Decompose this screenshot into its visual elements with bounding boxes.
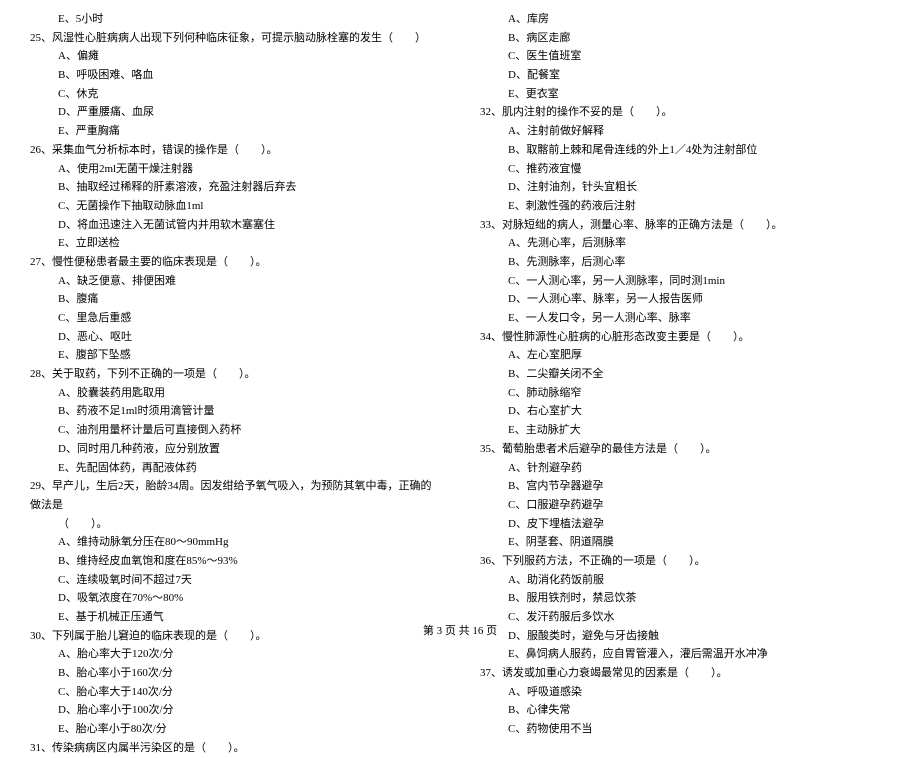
- option-text: C、油剂用量杯计量后可直接倒入药杯: [30, 421, 440, 440]
- option-text: E、一人发口令，另一人测心率、脉率: [480, 309, 890, 328]
- option-text: E、更衣室: [480, 85, 890, 104]
- option-text: C、连续吸氧时间不超过7天: [30, 571, 440, 590]
- option-text: D、一人测心率、脉率，另一人报告医师: [480, 290, 890, 309]
- question-text: 36、下列服药方法，不正确的一项是（ ）。: [480, 552, 890, 571]
- option-text: D、将血迅速注入无菌试管内并用软木塞塞住: [30, 216, 440, 235]
- question-text: 25、风湿性心脏病病人出现下列何种临床征象，可提示脑动脉栓塞的发生（ ）: [30, 29, 440, 48]
- question-text: 26、采集血气分析标本时，错误的操作是（ ）。: [30, 141, 440, 160]
- option-text: B、取髂前上棘和尾骨连线的外上1／4处为注射部位: [480, 141, 890, 160]
- question-text: 32、肌内注射的操作不妥的是（ ）。: [480, 103, 890, 122]
- option-text: E、胎心率小于80次/分: [30, 720, 440, 739]
- question-text: 34、慢性肺源性心脏病的心脏形态改变主要是（ ）。: [480, 328, 890, 347]
- option-text: E、立即送检: [30, 234, 440, 253]
- option-text: A、左心室肥厚: [480, 346, 890, 365]
- option-text: C、一人测心率，另一人测脉率，同时测1min: [480, 272, 890, 291]
- option-text: B、腹痛: [30, 290, 440, 309]
- question-text: 27、慢性便秘患者最主要的临床表现是（ ）。: [30, 253, 440, 272]
- option-text: C、肺动脉缩窄: [480, 384, 890, 403]
- option-text: B、心律失常: [480, 701, 890, 720]
- option-text: B、病区走廊: [480, 29, 890, 48]
- right-column: A、库房 B、病区走廊 C、医生值班室 D、配餐室 E、更衣室 32、肌内注射的…: [480, 10, 890, 610]
- question-text: 37、诱发或加重心力衰竭最常见的因素是（ ）。: [480, 664, 890, 683]
- question-text: （ ）。: [30, 515, 440, 534]
- option-text: D、恶心、呕吐: [30, 328, 440, 347]
- option-text: E、严重胸痛: [30, 122, 440, 141]
- question-text: 33、对脉短绌的病人，测量心率、脉率的正确方法是（ ）。: [480, 216, 890, 235]
- option-text: A、先测心率，后测脉率: [480, 234, 890, 253]
- left-column: E、5小时 25、风湿性心脏病病人出现下列何种临床征象，可提示脑动脉栓塞的发生（…: [30, 10, 440, 610]
- option-text: B、药液不足1ml时须用滴管计量: [30, 402, 440, 421]
- option-text: A、注射前做好解释: [480, 122, 890, 141]
- option-text: D、右心室扩大: [480, 402, 890, 421]
- option-text: A、维持动脉氧分压在80～90mmHg: [30, 533, 440, 552]
- option-text: E、先配固体药，再配液体药: [30, 459, 440, 478]
- option-text: A、缺乏便意、排便困难: [30, 272, 440, 291]
- option-text: C、休克: [30, 85, 440, 104]
- page-footer: 第 3 页 共 16 页: [0, 622, 920, 638]
- option-text: D、胎心率小于100次/分: [30, 701, 440, 720]
- question-text: 35、葡萄胎患者术后避孕的最佳方法是（ ）。: [480, 440, 890, 459]
- option-text: A、助消化药饭前服: [480, 571, 890, 590]
- option-text: B、呼吸困难、咯血: [30, 66, 440, 85]
- option-text: B、维持经皮血氧饱和度在85%～93%: [30, 552, 440, 571]
- option-text: A、胎心率大于120次/分: [30, 645, 440, 664]
- option-text: C、胎心率大于140次/分: [30, 683, 440, 702]
- option-text: D、注射油剂，针头宜粗长: [480, 178, 890, 197]
- option-text: C、无菌操作下抽取动脉血1ml: [30, 197, 440, 216]
- question-text: 28、关于取药，下列不正确的一项是（ ）。: [30, 365, 440, 384]
- option-text: E、阴茎套、阴道隔膜: [480, 533, 890, 552]
- option-text: B、先测脉率，后测心率: [480, 253, 890, 272]
- option-text: C、药物使用不当: [480, 720, 890, 739]
- option-text: D、皮下埋植法避孕: [480, 515, 890, 534]
- option-text: A、库房: [480, 10, 890, 29]
- option-text: A、使用2ml无菌干燥注射器: [30, 160, 440, 179]
- option-text: A、针剂避孕药: [480, 459, 890, 478]
- option-text: E、主动脉扩大: [480, 421, 890, 440]
- option-text: C、里急后重感: [30, 309, 440, 328]
- option-text: C、医生值班室: [480, 47, 890, 66]
- option-text: A、胶囊装药用匙取用: [30, 384, 440, 403]
- option-text: B、胎心率小于160次/分: [30, 664, 440, 683]
- option-text: D、吸氧浓度在70%～80%: [30, 589, 440, 608]
- option-text: E、刺激性强的药液后注射: [480, 197, 890, 216]
- question-text: 29、早产儿，生后2天，胎龄34周。因发绀给予氧气吸入，为预防其氧中毒，正确的做…: [30, 477, 440, 514]
- option-text: B、服用铁剂时，禁忌饮茶: [480, 589, 890, 608]
- option-text: E、腹部下坠感: [30, 346, 440, 365]
- option-text: A、呼吸道感染: [480, 683, 890, 702]
- option-text: A、偏瘫: [30, 47, 440, 66]
- option-text: E、5小时: [30, 10, 440, 29]
- question-text: 31、传染病病区内属半污染区的是（ ）。: [30, 739, 440, 758]
- option-text: E、鼻饲病人服药，应自胃管灌入，灌后需温开水冲净: [480, 645, 890, 664]
- option-text: C、推药液宜慢: [480, 160, 890, 179]
- option-text: D、配餐室: [480, 66, 890, 85]
- option-text: D、严重腰痛、血尿: [30, 103, 440, 122]
- option-text: B、抽取经过稀释的肝素溶液，充盈注射器后弃去: [30, 178, 440, 197]
- option-text: D、同时用几种药液，应分别放置: [30, 440, 440, 459]
- option-text: C、口服避孕药避孕: [480, 496, 890, 515]
- option-text: B、二尖瓣关闭不全: [480, 365, 890, 384]
- option-text: B、宫内节孕器避孕: [480, 477, 890, 496]
